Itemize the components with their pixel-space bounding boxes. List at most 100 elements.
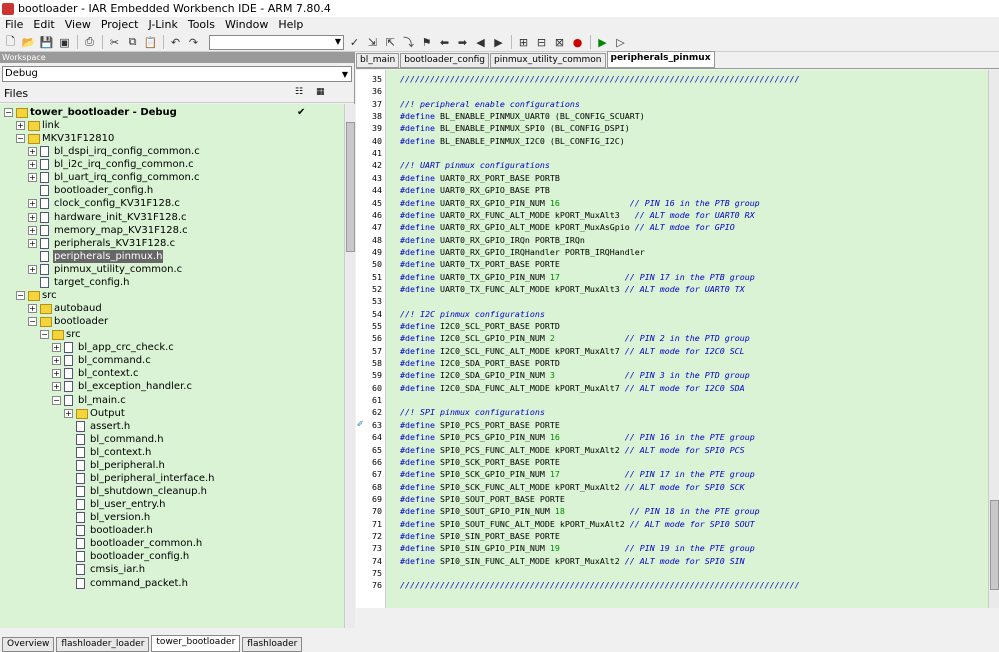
bookmark-next-icon[interactable]: ➡ [454, 34, 471, 50]
expand-toggle-icon[interactable]: + [28, 212, 37, 222]
find-icon[interactable]: ✓ [346, 34, 363, 50]
workspace-tab[interactable]: flashloader_loader [56, 637, 150, 652]
tree-file[interactable]: bl_context.h [0, 446, 344, 459]
menu-item-window[interactable]: Window [220, 18, 273, 31]
expand-toggle-icon[interactable]: + [28, 225, 37, 235]
expand-toggle-icon[interactable]: − [40, 330, 49, 340]
editor-tab[interactable]: peripherals_pinmux [606, 51, 715, 68]
bookmark-prev-icon[interactable]: ⬅ [436, 34, 453, 50]
tree-file[interactable]: + bl_command.c [0, 354, 344, 367]
tree-folder[interactable]: − bootloader [0, 315, 344, 328]
menu-item-edit[interactable]: Edit [28, 18, 59, 31]
expand-toggle-icon[interactable]: − [16, 134, 25, 144]
tree-file[interactable]: bl_shutdown_cleanup.h [0, 485, 344, 498]
expand-toggle-icon[interactable]: + [28, 304, 37, 314]
tree-file[interactable]: + bl_app_crc_check.c [0, 341, 344, 354]
code-view[interactable]: 35 //////////////////////////////////////… [356, 70, 988, 608]
tree-file[interactable]: bootloader_config.h [0, 550, 344, 563]
tree-file[interactable]: cmsis_iar.h [0, 563, 344, 576]
expand-toggle-icon[interactable]: + [52, 356, 61, 366]
tree-file[interactable]: + hardware_init_KV31F128.c [0, 211, 344, 224]
expand-toggle-icon[interactable]: + [28, 264, 37, 274]
tree-file[interactable]: target_config.h [0, 276, 344, 289]
scrollbar-thumb[interactable] [346, 122, 355, 252]
tree-file[interactable]: + clock_config_KV31F128.c [0, 197, 344, 210]
find-next-icon[interactable]: ⇲ [364, 34, 381, 50]
paste-icon[interactable]: 📋 [142, 34, 159, 50]
tree-folder[interactable]: + Output [0, 407, 344, 420]
workspace-tab[interactable]: tower_bootloader [151, 635, 241, 652]
expand-toggle-icon[interactable]: − [16, 290, 25, 300]
tree-file[interactable]: bootloader.h [0, 524, 344, 537]
options-icon[interactable]: ☷ [295, 87, 303, 97]
tree-file[interactable]: bl_peripheral_interface.h [0, 472, 344, 485]
configuration-select[interactable]: Debug [2, 66, 352, 82]
tree-file[interactable]: + bl_i2c_irq_config_common.c [0, 158, 344, 171]
navigate-forward-icon[interactable]: ▶ [490, 34, 507, 50]
new-file-icon[interactable]: 🗋 [2, 34, 19, 50]
download-debug-icon[interactable]: ▶ [594, 34, 611, 50]
tree-file[interactable]: peripherals_pinmux.h [0, 249, 344, 263]
tree-file[interactable]: assert.h [0, 420, 344, 433]
tree-file[interactable]: command_packet.h [0, 577, 344, 590]
menu-item-jlink[interactable]: J-Link [143, 18, 182, 31]
expand-toggle-icon[interactable]: − [52, 395, 61, 405]
tree-folder[interactable]: + link [0, 119, 344, 132]
scrollbar-thumb[interactable] [990, 500, 999, 590]
expand-toggle-icon[interactable]: + [28, 160, 37, 170]
expand-toggle-icon[interactable]: − [4, 108, 13, 117]
tree-folder[interactable]: − src [0, 289, 344, 302]
tree-file[interactable]: bl_peripheral.h [0, 459, 344, 472]
redo-icon[interactable]: ↷ [185, 34, 202, 50]
debug-without-download-icon[interactable]: ▷ [612, 34, 629, 50]
workspace-tab[interactable]: Overview [2, 637, 55, 652]
find-combo[interactable] [209, 34, 344, 50]
editor-scrollbar[interactable] [988, 70, 999, 608]
expand-toggle-icon[interactable]: + [52, 343, 61, 353]
tree-file[interactable]: + bl_context.c [0, 367, 344, 380]
goto-icon[interactable]: ⤵ [400, 34, 417, 50]
tree-file[interactable]: bl_command.h [0, 433, 344, 446]
open-icon[interactable]: 📂 [20, 34, 37, 50]
tree-folder[interactable]: − src [0, 328, 344, 341]
tree-file[interactable]: bootloader_config.h [0, 184, 344, 197]
expand-toggle-icon[interactable]: + [52, 369, 61, 379]
save-all-icon[interactable]: ▣ [56, 34, 73, 50]
expand-toggle-icon[interactable]: + [28, 238, 37, 248]
tree-file[interactable]: bootloader_common.h [0, 537, 344, 550]
expand-toggle-icon[interactable]: + [52, 382, 61, 392]
cut-icon[interactable]: ✂ [106, 34, 123, 50]
tree-file[interactable]: + bl_exception_handler.c [0, 380, 344, 393]
tree-file[interactable]: + peripherals_KV31F128.c [0, 237, 344, 250]
expand-toggle-icon[interactable]: + [28, 173, 37, 183]
tree-file[interactable]: + memory_map_KV31F128.c [0, 224, 344, 237]
tree-folder[interactable]: + autobaud [0, 302, 344, 315]
workspace-scrollbar[interactable] [344, 104, 355, 628]
copy-icon[interactable]: ⧉ [124, 34, 141, 50]
expand-toggle-icon[interactable]: + [28, 199, 37, 209]
make-icon[interactable]: ⊟ [533, 34, 550, 50]
save-icon[interactable]: 💾 [38, 34, 55, 50]
editor-tab[interactable]: bootloader_config [400, 53, 489, 68]
editor-tab[interactable]: bl_main [356, 53, 400, 68]
expand-toggle-icon[interactable]: + [64, 408, 73, 418]
editor-tab[interactable]: pinmux_utility_common [489, 53, 606, 68]
print-icon[interactable]: ⎙ [81, 34, 98, 50]
tree-folder[interactable]: − MKV31F12810 [0, 132, 344, 145]
tree-file[interactable]: bl_user_entry.h [0, 498, 344, 511]
tree-file[interactable]: + bl_uart_irq_config_common.c [0, 171, 344, 184]
menu-item-tools[interactable]: Tools [183, 18, 220, 31]
breakpoint-icon[interactable]: ● [569, 34, 586, 50]
workspace-tab[interactable]: flashloader [242, 637, 303, 652]
menu-item-view[interactable]: View [60, 18, 96, 31]
expand-toggle-icon[interactable]: − [28, 317, 37, 327]
tree-file[interactable]: + bl_dspi_irq_config_common.c [0, 145, 344, 158]
menu-item-help[interactable]: Help [273, 18, 308, 31]
menu-item-project[interactable]: Project [96, 18, 144, 31]
expand-toggle-icon[interactable]: + [28, 147, 37, 157]
undo-icon[interactable]: ↶ [167, 34, 184, 50]
navigate-back-icon[interactable]: ◀ [472, 34, 489, 50]
stop-build-icon[interactable]: ⊠ [551, 34, 568, 50]
find-prev-icon[interactable]: ⇱ [382, 34, 399, 50]
compile-icon[interactable]: ⊞ [515, 34, 532, 50]
